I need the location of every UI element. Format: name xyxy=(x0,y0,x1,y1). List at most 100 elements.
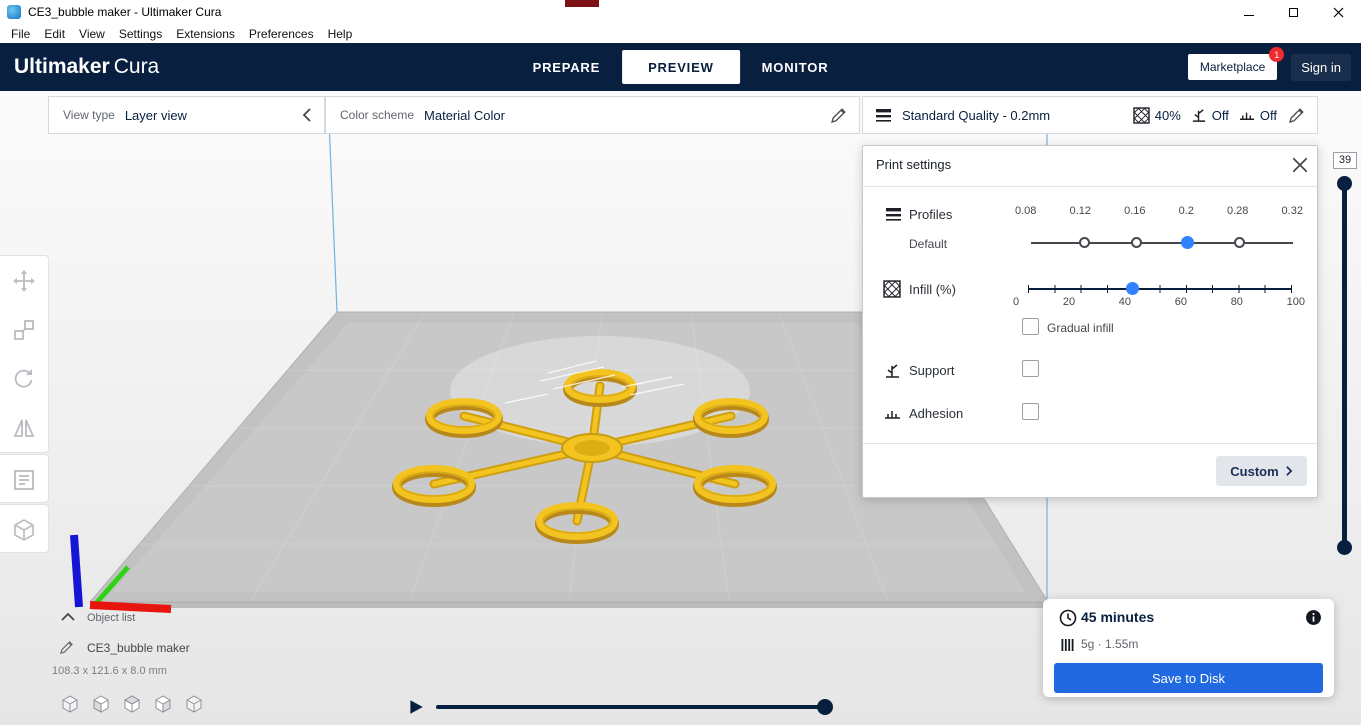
tab-prepare[interactable]: PREPARE xyxy=(511,50,622,84)
support-icon xyxy=(886,364,899,378)
view-type-card[interactable]: View type Layer view xyxy=(48,96,325,134)
menu-extensions[interactable]: Extensions xyxy=(169,25,242,43)
camera-view-left-button[interactable] xyxy=(153,694,173,714)
summary-infill: 40% xyxy=(1133,106,1181,124)
rotate-icon xyxy=(14,368,32,388)
stage-tabs: PREPARE PREVIEW MONITOR xyxy=(511,43,851,91)
profile-option[interactable]: 0.16 xyxy=(1124,205,1145,217)
chevron-right-icon xyxy=(1285,466,1293,476)
color-scheme-card[interactable]: Color scheme Material Color xyxy=(325,96,860,134)
scale-tool-button[interactable] xyxy=(0,305,47,354)
profile-layers-icon xyxy=(876,108,891,122)
camera-view-front-button[interactable] xyxy=(91,694,111,714)
profile-slider-handle[interactable] xyxy=(1181,236,1194,249)
layer-slider-track[interactable] xyxy=(1342,180,1347,548)
color-scheme-value[interactable]: Material Color xyxy=(424,108,505,123)
edit-pencil-icon[interactable] xyxy=(831,107,847,123)
profile-slider-stop-016[interactable] xyxy=(1131,237,1142,248)
output-panel: 45 minutes 5g · 1.55m Save to Disk xyxy=(1043,599,1334,697)
collapse-left-chevron-icon[interactable] xyxy=(300,107,314,123)
material-usage: 5g · 1.55m xyxy=(1081,637,1139,651)
object-list-collapse-chevron-icon[interactable] xyxy=(61,612,75,621)
marketplace-button[interactable]: Marketplace 1 xyxy=(1187,47,1285,80)
custom-settings-button[interactable]: Custom xyxy=(1216,456,1307,486)
print-settings-title: Print settings xyxy=(876,157,952,172)
infill-slider-track[interactable] xyxy=(1028,288,1292,290)
infill-tick-labels: 0 20 40 60 80 100 xyxy=(1013,296,1305,308)
adhesion-icon xyxy=(1239,112,1254,120)
maximize-button[interactable] xyxy=(1271,0,1316,24)
profile-option[interactable]: 0.12 xyxy=(1070,205,1091,217)
move-tool-button[interactable] xyxy=(0,256,47,305)
menu-help[interactable]: Help xyxy=(321,25,360,43)
application-window: CE3_bubble maker - Ultimaker Cura File E… xyxy=(0,0,1361,725)
info-icon[interactable] xyxy=(1305,609,1322,626)
camera-view-top-button[interactable] xyxy=(122,694,142,714)
profile-option[interactable]: 0.08 xyxy=(1015,205,1036,217)
profile-option[interactable]: 0.32 xyxy=(1282,205,1303,217)
profile-slider-stop-012[interactable] xyxy=(1079,237,1090,248)
per-model-settings-button[interactable] xyxy=(0,455,47,504)
print-setup-summary-bar[interactable]: Standard Quality - 0.2mm 40% Off Off xyxy=(862,96,1318,134)
support-icon xyxy=(1192,109,1205,122)
rotate-tool-button[interactable] xyxy=(0,354,47,403)
camera-view-right-button[interactable] xyxy=(184,694,204,714)
layer-slider-lower-handle[interactable] xyxy=(1337,540,1352,555)
app-logo: Ultimaker Cura xyxy=(14,55,159,79)
adhesion-checkbox[interactable] xyxy=(1022,403,1039,420)
save-to-disk-button[interactable]: Save to Disk xyxy=(1054,663,1323,693)
object-name[interactable]: CE3_bubble maker xyxy=(87,641,190,655)
camera-view-3d-button[interactable] xyxy=(60,694,80,714)
menu-preferences[interactable]: Preferences xyxy=(242,25,321,43)
signin-button[interactable]: Sign in xyxy=(1291,53,1351,81)
minimize-icon xyxy=(1243,14,1254,16)
default-label: Default xyxy=(909,237,948,251)
simulation-slider-handle[interactable] xyxy=(817,699,833,715)
divider xyxy=(863,443,1317,444)
edit-settings-pencil-icon[interactable] xyxy=(1289,107,1305,123)
infill-slider-handle[interactable] xyxy=(1126,282,1139,295)
summary-profile: Standard Quality - 0.2mm xyxy=(902,107,1051,123)
menu-settings[interactable]: Settings xyxy=(112,25,169,43)
layer-slider-upper-handle[interactable] xyxy=(1337,176,1352,191)
titlebar: CE3_bubble maker - Ultimaker Cura xyxy=(0,0,1361,24)
play-button[interactable] xyxy=(407,698,425,716)
menu-edit[interactable]: Edit xyxy=(37,25,72,43)
profile-options-row: 0.08 0.12 0.16 0.2 0.28 0.32 xyxy=(1015,205,1303,217)
layer-number-field[interactable]: 39 xyxy=(1333,152,1357,169)
menu-file[interactable]: File xyxy=(4,25,37,43)
transform-tool-group xyxy=(0,255,49,453)
profile-option[interactable]: 0.2 xyxy=(1179,205,1194,217)
close-icon xyxy=(1333,7,1344,17)
infill-icon xyxy=(883,280,901,298)
marketplace-badge: 1 xyxy=(1269,47,1285,62)
support-blocker-group xyxy=(0,504,49,553)
maximize-icon xyxy=(1289,7,1298,17)
print-settings-panel: Print settings Profiles 0.08 0.12 0.16 0… xyxy=(862,145,1318,498)
panel-close-icon[interactable] xyxy=(1291,156,1309,174)
profile-layers-icon xyxy=(886,208,901,221)
camera-view-buttons xyxy=(60,694,204,714)
app-icon xyxy=(7,5,21,19)
support-blocker-button[interactable] xyxy=(0,505,47,554)
menu-view[interactable]: View xyxy=(72,25,112,43)
gradual-infill-checkbox[interactable] xyxy=(1022,318,1039,335)
support-checkbox[interactable] xyxy=(1022,360,1039,377)
view-type-value[interactable]: Layer view xyxy=(125,108,187,123)
per-model-tool-group xyxy=(0,454,49,503)
profile-option[interactable]: 0.28 xyxy=(1227,205,1248,217)
simulation-slider-track[interactable] xyxy=(436,705,830,709)
tab-preview[interactable]: PREVIEW xyxy=(622,50,740,84)
mirror-tool-button[interactable] xyxy=(0,403,47,452)
rename-pencil-icon[interactable] xyxy=(60,640,74,654)
adhesion-label: Adhesion xyxy=(909,406,964,421)
close-button[interactable] xyxy=(1316,0,1361,24)
tab-monitor[interactable]: MONITOR xyxy=(740,50,851,84)
material-spool-icon xyxy=(1061,639,1074,651)
summary-support: Off xyxy=(1191,107,1229,123)
clock-icon xyxy=(1059,609,1077,627)
profile-slider-track[interactable] xyxy=(1031,242,1293,244)
minimize-button[interactable] xyxy=(1226,0,1271,24)
profile-slider-stop-028[interactable] xyxy=(1234,237,1245,248)
object-list-header[interactable]: Object list xyxy=(87,612,135,624)
